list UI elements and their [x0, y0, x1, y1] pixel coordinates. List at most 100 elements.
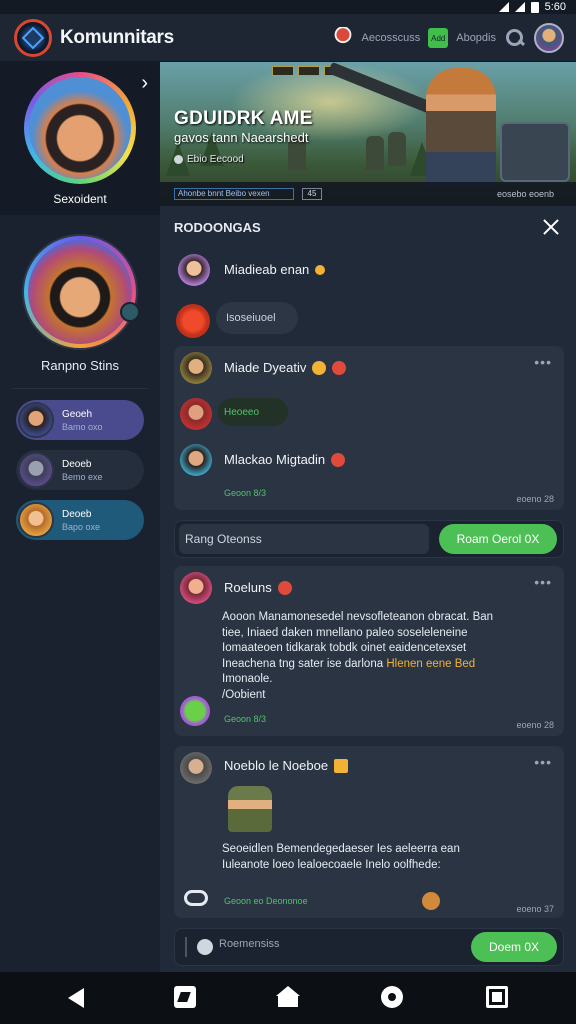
featured-name: Sexoident	[53, 192, 107, 206]
comment-line: Seoeidlen Bemendegedaeser Ies aeleerra e…	[222, 843, 460, 855]
comment-author-name: Miade Dyeativ	[224, 360, 307, 375]
banner-footer: Ahonbe bnnt Beibo vexen 45 eosebo eoenb	[160, 182, 576, 206]
comment-meta: Geoon 8/3	[224, 714, 267, 724]
emoji-icon	[312, 360, 327, 375]
divider	[12, 388, 148, 389]
comment-text: Ineachena tng sater ise darlona	[222, 657, 384, 670]
reply-button[interactable]: Doem 0X	[471, 932, 557, 962]
emoji-icon	[332, 360, 347, 375]
mushroom-icon[interactable]	[331, 27, 354, 49]
comment-line: Iomaateoen tidkarak tobdk oinet eaidence…	[222, 642, 467, 654]
nav-link-options[interactable]: Abopdis	[456, 32, 496, 44]
gear-icon[interactable]	[381, 986, 403, 1008]
sidebar-item-avatar	[18, 402, 54, 438]
reply-button[interactable]: Roam Oerol 0X	[439, 524, 557, 554]
banner-subtitle: gavos tann Naearshedt	[174, 130, 309, 145]
status-time: 5:60	[544, 1, 566, 13]
reaction-pill[interactable]: Isoseiuoel	[216, 302, 298, 334]
sticker-icon[interactable]	[422, 892, 440, 910]
banner-title: GDUIDRK AME	[174, 108, 313, 129]
logo-icon[interactable]	[14, 19, 52, 57]
edit-icon[interactable]	[174, 986, 196, 1008]
reply-input[interactable]: Rang Oteonss	[179, 524, 429, 554]
comment-avatar[interactable]	[178, 254, 210, 286]
sidebar-item-subtitle: Bamo oxo	[62, 421, 103, 432]
comment-avatar[interactable]	[180, 398, 212, 430]
sidebar-item-avatar	[18, 502, 54, 538]
system-nav-bar	[0, 972, 576, 1024]
reply-bar: Roemensiss Doem 0X	[174, 928, 564, 966]
search-icon[interactable]	[504, 27, 526, 49]
app-bar: Komunnitars Aecosscuss Add Abopdis	[0, 14, 576, 62]
banner-progress-label: Ahonbe bnnt Beibo vexen	[174, 188, 294, 200]
more-dots-icon[interactable]: •••	[534, 354, 552, 370]
emoji-icon	[334, 758, 349, 773]
comment-time: eoeno 37	[516, 904, 554, 914]
comment-line: Iuleanote loeo lealoecoaele Inelo oolfhe…	[222, 858, 441, 871]
featured-profile-card[interactable]: › Sexoident	[0, 62, 160, 215]
comment-author-name: Mlackao Migtadin	[224, 452, 326, 467]
comment-highlight: Hlenen eene Bed	[386, 657, 476, 670]
comment-author-name: Miadieab enan	[224, 262, 310, 277]
comment-line: Ineachena tng sater ise darlona Hlenen e…	[222, 657, 558, 673]
sidebar-item-2[interactable]: Deoeb Bemo exe	[16, 450, 144, 490]
reaction-pill[interactable]: Heoeeo	[218, 398, 288, 426]
comment-time: eoeno 28	[516, 720, 554, 730]
sidebar-item-avatar	[18, 452, 54, 488]
add-chip[interactable]: Add	[428, 28, 449, 48]
home-icon[interactable]	[276, 986, 300, 996]
comment-body: Seoeidlen Bemendegedaeser Ies aeleerra e…	[222, 842, 558, 873]
comment-time: eoeno 28	[516, 494, 554, 504]
comment-line: tiee, Iniaed daken mnellano paleo sosele…	[222, 626, 468, 639]
emoji-icon	[277, 580, 292, 595]
thread-card: ••• Roeluns Aooon Manamonesedel nevsofle…	[174, 566, 564, 736]
game-banner[interactable]: GDUIDRK AME gavos tann Naearshedt Ebio E…	[160, 62, 576, 206]
bullet-holes-icon[interactable]	[184, 890, 208, 906]
sidebar-item-3[interactable]: Deoeb Bapo oxe	[16, 500, 144, 540]
more-dots-icon[interactable]: •••	[534, 574, 552, 590]
machine-image	[500, 122, 570, 182]
comment-author: Miade Dyeativ	[224, 360, 347, 375]
more-dots-icon[interactable]: •••	[534, 754, 552, 770]
close-icon[interactable]	[542, 218, 560, 236]
comment-avatar[interactable]	[180, 572, 212, 604]
profile-name: Ranpno Stins	[40, 358, 120, 373]
app-title: Komunnitars	[60, 27, 174, 48]
back-icon[interactable]	[68, 988, 84, 1008]
banner-meta: Ebio Eecood	[174, 154, 244, 165]
reply-input[interactable]: Roemensiss	[219, 938, 280, 950]
wifi-icon	[514, 2, 525, 12]
comment-avatar[interactable]	[180, 352, 212, 384]
comment-avatar[interactable]	[176, 304, 210, 338]
home-icon-base	[278, 996, 298, 1007]
comment-author: Miadieab enan	[224, 262, 326, 277]
status-bar: 5:60	[0, 0, 576, 14]
comment-body: Aooon Manamonesedel nevsofleteanon obrac…	[222, 610, 558, 703]
sticker-icon[interactable]	[180, 696, 210, 726]
chevron-right-icon[interactable]: ›	[141, 72, 148, 95]
reaction-pill-label: Isoseiuoel	[226, 312, 276, 324]
user-avatar[interactable]	[534, 23, 564, 53]
reply-bar: Rang Oteonss Roam Oerol 0X	[174, 520, 564, 558]
banner-meta-text: Ebio Eecood	[187, 154, 244, 165]
emoji-icon	[315, 264, 326, 275]
comment-author-name: Noeblo le Noeboe	[224, 758, 329, 773]
appbar-actions: Aecosscuss Add Abopdis	[331, 23, 564, 53]
status-icons: 5:60	[498, 0, 566, 14]
reaction-pill-label: Heoeeo	[224, 406, 260, 418]
comment-author: Roeluns	[224, 580, 292, 595]
emoji-picker-icon[interactable]	[197, 939, 213, 955]
nav-link-accounts[interactable]: Aecosscuss	[362, 32, 421, 44]
soldier-sticker-image	[228, 786, 272, 832]
comment-avatar[interactable]	[180, 444, 212, 476]
sidebar-item-1[interactable]: Geoeh Bamo oxo	[16, 400, 144, 440]
section-title: RODOONGAS	[174, 220, 261, 235]
profile-avatar[interactable]	[22, 234, 138, 350]
hero-character-image	[426, 68, 496, 188]
sidebar-item-title: Geoeh	[62, 408, 93, 420]
comment-avatar[interactable]	[180, 752, 212, 784]
recents-icon[interactable]	[486, 986, 508, 1008]
sidebar-item-subtitle: Bapo oxe	[62, 521, 101, 532]
comment-line: Aooon Manamonesedel nevsofleteanon obrac…	[222, 611, 494, 623]
thread-card: ••• Miade Dyeativ Heoeeo Mlackao Migtadi…	[174, 346, 564, 510]
